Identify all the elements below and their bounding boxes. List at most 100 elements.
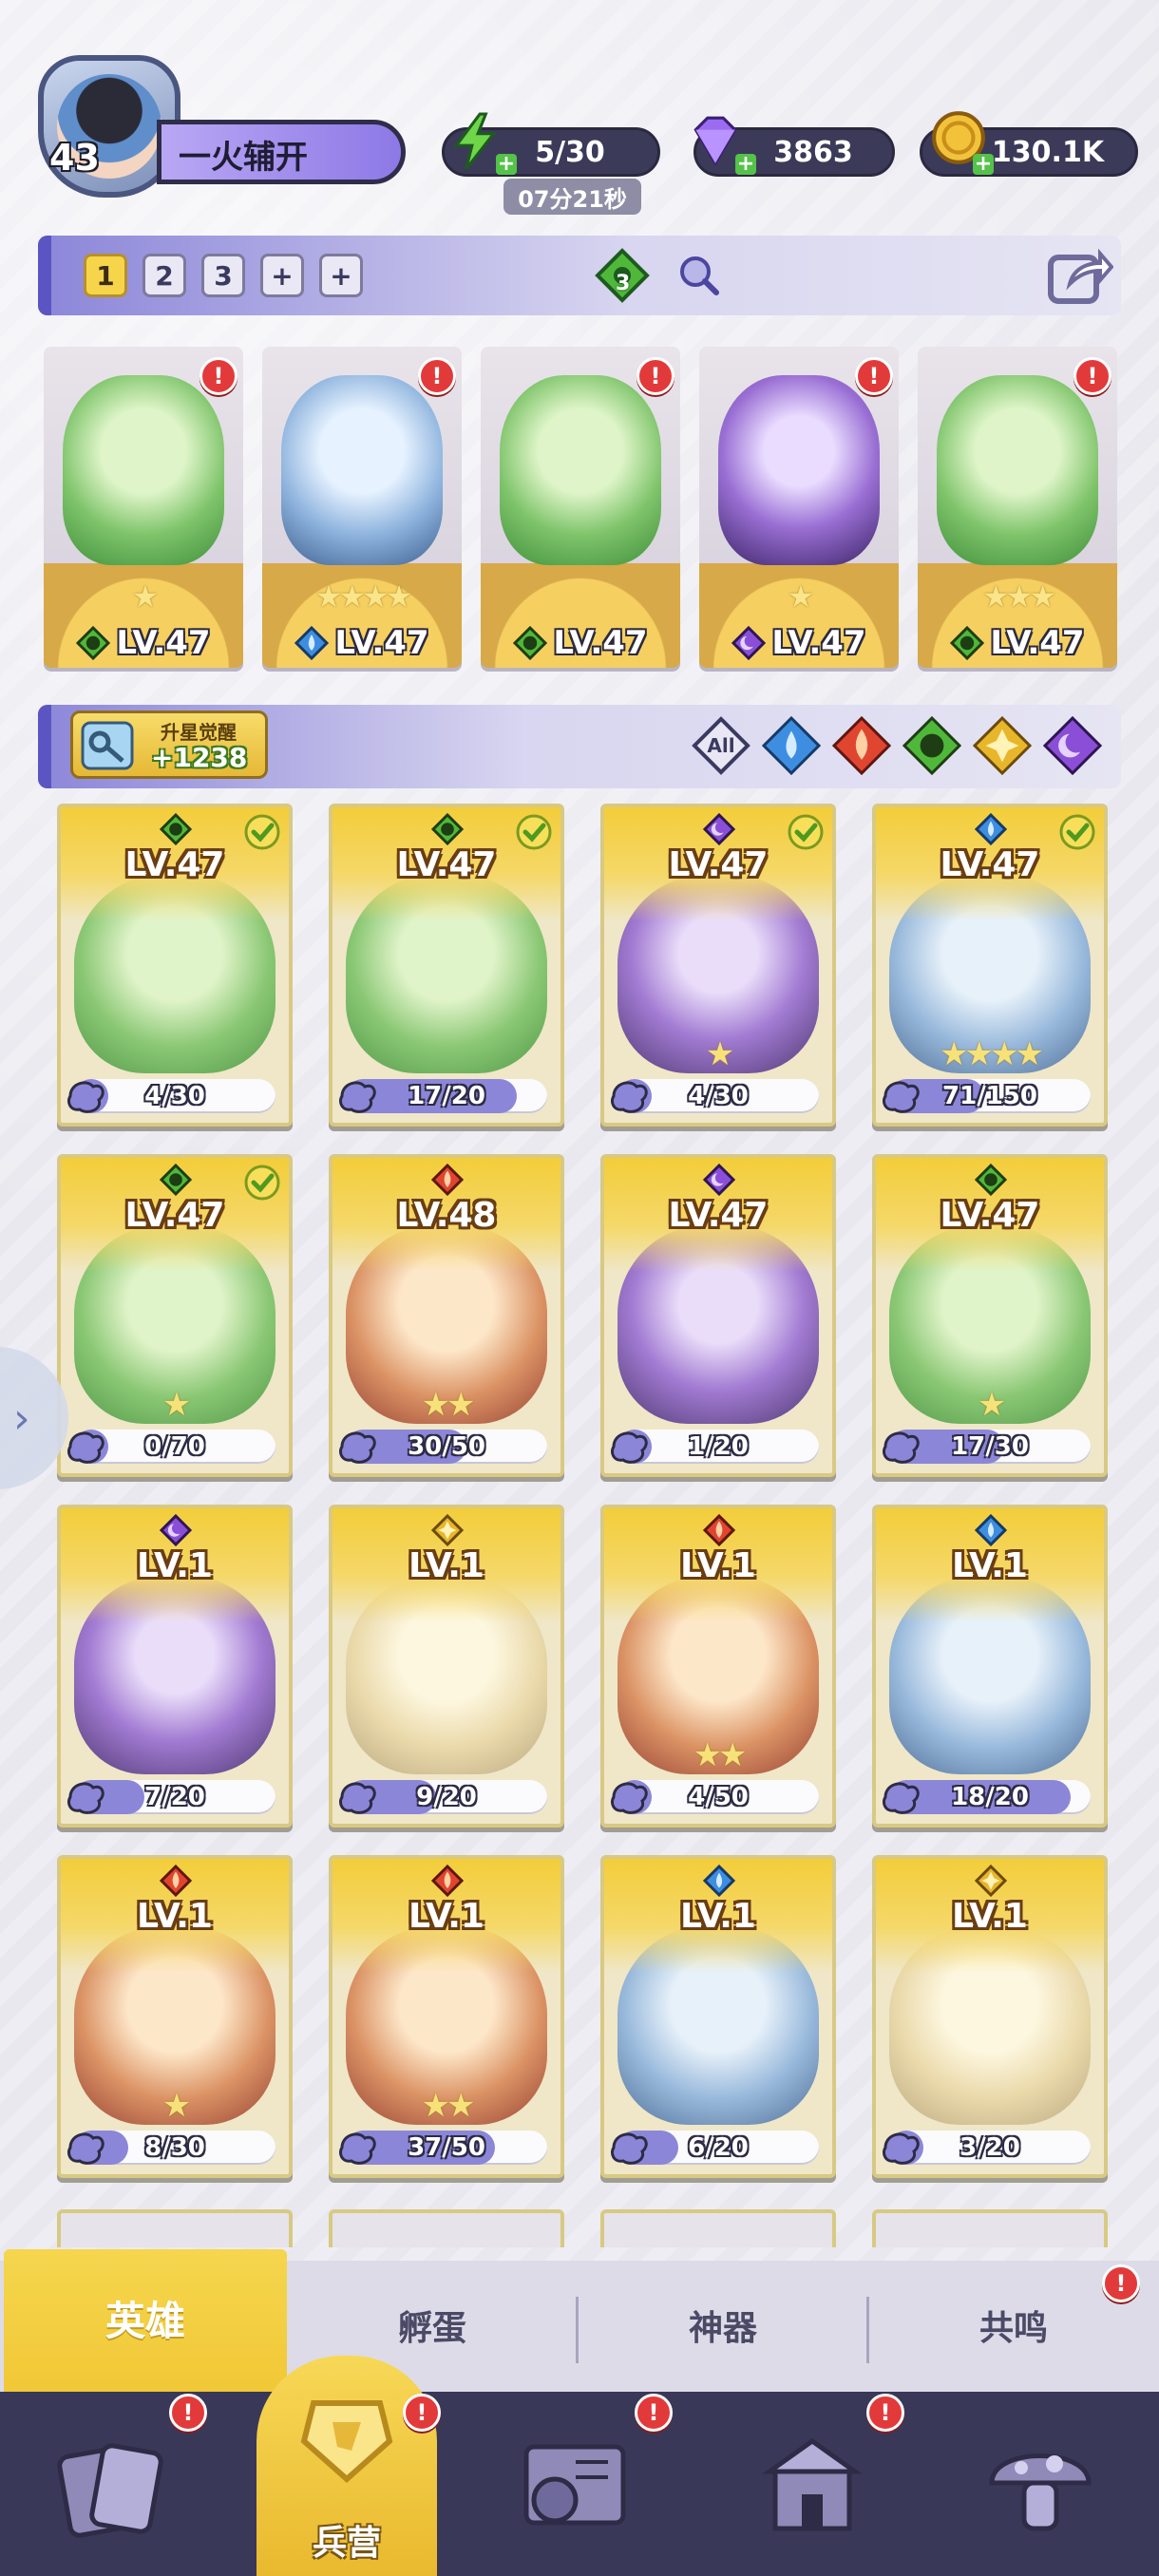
tab-divider <box>866 2297 869 2363</box>
fragment-icon <box>608 1426 652 1468</box>
barracks-icon[interactable] <box>285 2375 408 2498</box>
hero-card[interactable]: LV.47 ★★★★ 71/150 <box>872 804 1108 1127</box>
filter-fire-icon[interactable] <box>831 715 892 776</box>
hero-level: LV.47 <box>124 845 225 884</box>
hero-stars: ★ <box>787 578 815 615</box>
hero-card[interactable]: LV.1 ★★ 37/50 <box>329 1855 564 2178</box>
hero-card[interactable]: LV.1 18/20 <box>872 1505 1108 1828</box>
alert-badge: ! <box>403 2394 441 2432</box>
filter-light-icon[interactable] <box>972 715 1033 776</box>
tab-resonance[interactable]: 共鸣 <box>872 2301 1155 2350</box>
water-element-icon <box>294 625 330 661</box>
hero-card[interactable]: LV.47 17/20 <box>329 804 564 1127</box>
hero-level: LV.1 <box>408 1897 484 1936</box>
hero-card[interactable]: LV.47 ★ 17/30 <box>872 1154 1108 1477</box>
hero-card[interactable]: LV.1 9/20 <box>329 1505 564 1828</box>
tab-hatch[interactable]: 孵蛋 <box>291 2301 574 2350</box>
filter-all-label: All <box>707 734 735 757</box>
fire-element-icon <box>430 1864 465 1898</box>
map-icon[interactable] <box>513 2424 636 2548</box>
hero-card[interactable]: LV.1 7/20 <box>57 1505 293 1828</box>
team-hero-card[interactable]: ★★★ LV.47 <box>918 347 1117 668</box>
team-slot-1[interactable]: 1 <box>84 254 127 297</box>
hero-card-partial[interactable] <box>329 2209 564 2247</box>
share-icon[interactable] <box>1045 242 1113 309</box>
hero-card[interactable]: LV.1 ★★ 4/50 <box>600 1505 836 1828</box>
add-coins-button[interactable]: + <box>973 154 994 175</box>
hero-stars: ★★ <box>421 2087 476 2125</box>
hero-stars: ★ <box>131 578 160 615</box>
fragment-icon <box>608 1075 652 1117</box>
team-slot-4[interactable]: + <box>260 254 304 297</box>
team-slot-2[interactable]: 2 <box>142 254 186 297</box>
fragment-icon <box>65 1776 108 1818</box>
tab-artifacts[interactable]: 神器 <box>581 2301 864 2350</box>
team-hero-level: LV.47 <box>116 624 211 662</box>
team-hero-card[interactable]: LV.47 <box>481 347 680 668</box>
hero-card-partial[interactable] <box>872 2209 1108 2247</box>
search-icon[interactable] <box>674 251 722 298</box>
fire-element-icon <box>430 1163 465 1197</box>
alert-badge: ! <box>866 2394 904 2432</box>
hero-card[interactable]: LV.1 6/20 <box>600 1855 836 2178</box>
hero-card[interactable]: LV.47 ★ 4/30 <box>600 804 836 1127</box>
alert-badge: ! <box>636 357 674 395</box>
hero-level: LV.47 <box>940 1196 1040 1235</box>
hero-card[interactable]: LV.47 1/20 <box>600 1154 836 1477</box>
alert-badge: ! <box>1074 357 1112 395</box>
fragment-icon <box>880 1426 923 1468</box>
filter-all-button[interactable]: All <box>692 716 750 775</box>
hero-card[interactable]: LV.47 ★ 0/70 <box>57 1154 293 1477</box>
fragment-icon <box>336 1075 380 1117</box>
team-slot-3[interactable]: 3 <box>201 254 245 297</box>
hero-level: LV.1 <box>137 1897 213 1936</box>
filter-nature-icon[interactable] <box>902 715 962 776</box>
gem-value: 3863 <box>773 135 853 169</box>
fragment-icon <box>608 1776 652 1818</box>
alert-badge: ! <box>1102 2264 1140 2302</box>
hero-level: LV.1 <box>952 1897 1028 1936</box>
hero-portrait <box>63 375 224 565</box>
alert-badge: ! <box>855 357 893 395</box>
hero-stars: ★★★★ <box>314 578 413 615</box>
hero-card[interactable]: LV.47 4/30 <box>57 804 293 1127</box>
hero-portrait <box>500 375 661 565</box>
chevron-right-icon[interactable]: › <box>13 1394 30 1443</box>
hero-stars: ★ <box>977 1386 1006 1424</box>
tab-divider <box>576 2297 579 2363</box>
fragment-icon <box>65 1426 108 1468</box>
fire-element-icon <box>159 1864 193 1898</box>
mushroom-icon[interactable] <box>978 2424 1102 2548</box>
star-awaken-button[interactable]: 升星觉醒 +1238 <box>70 710 268 779</box>
dark-element-icon <box>702 1163 736 1197</box>
add-energy-button[interactable]: + <box>496 154 517 175</box>
add-gems-button[interactable]: + <box>735 154 756 175</box>
hero-card[interactable]: LV.1 3/20 <box>872 1855 1108 2178</box>
alert-badge: ! <box>635 2394 673 2432</box>
temple-icon[interactable] <box>750 2424 874 2548</box>
cards-icon[interactable] <box>48 2424 171 2548</box>
hero-stars: ★★★ <box>981 578 1056 615</box>
team-hero-card[interactable]: ★ LV.47 <box>44 347 243 668</box>
hero-stars: ★★★★ <box>940 1035 1044 1073</box>
hero-stars: ★★ <box>421 1386 476 1424</box>
filter-water-icon[interactable] <box>761 715 822 776</box>
team-hero-card[interactable]: ★★★★ LV.47 <box>262 347 462 668</box>
barracks-label: 兵营 <box>312 2524 381 2563</box>
team-hero-level-row: LV.47 <box>481 624 680 662</box>
team-hero-card[interactable]: ★ LV.47 <box>699 347 899 668</box>
hero-card[interactable]: LV.48 ★★ 30/50 <box>329 1154 564 1477</box>
hero-card-partial[interactable] <box>57 2209 293 2247</box>
team-slot-5[interactable]: + <box>319 254 363 297</box>
hero-card-partial[interactable] <box>600 2209 836 2247</box>
dark-element-icon <box>159 1513 193 1547</box>
coin-value: 130.1K <box>991 135 1105 169</box>
hero-level: LV.1 <box>952 1546 1028 1585</box>
fragment-icon <box>65 2127 108 2169</box>
hero-card[interactable]: LV.1 ★ 8/30 <box>57 1855 293 2178</box>
element-count: 3 <box>616 272 631 295</box>
hero-stars: ★★ <box>693 1736 748 1774</box>
tab-heroes[interactable]: 英雄 <box>4 2289 287 2347</box>
hero-stars: ★ <box>162 2087 191 2125</box>
filter-dark-icon[interactable] <box>1042 715 1103 776</box>
